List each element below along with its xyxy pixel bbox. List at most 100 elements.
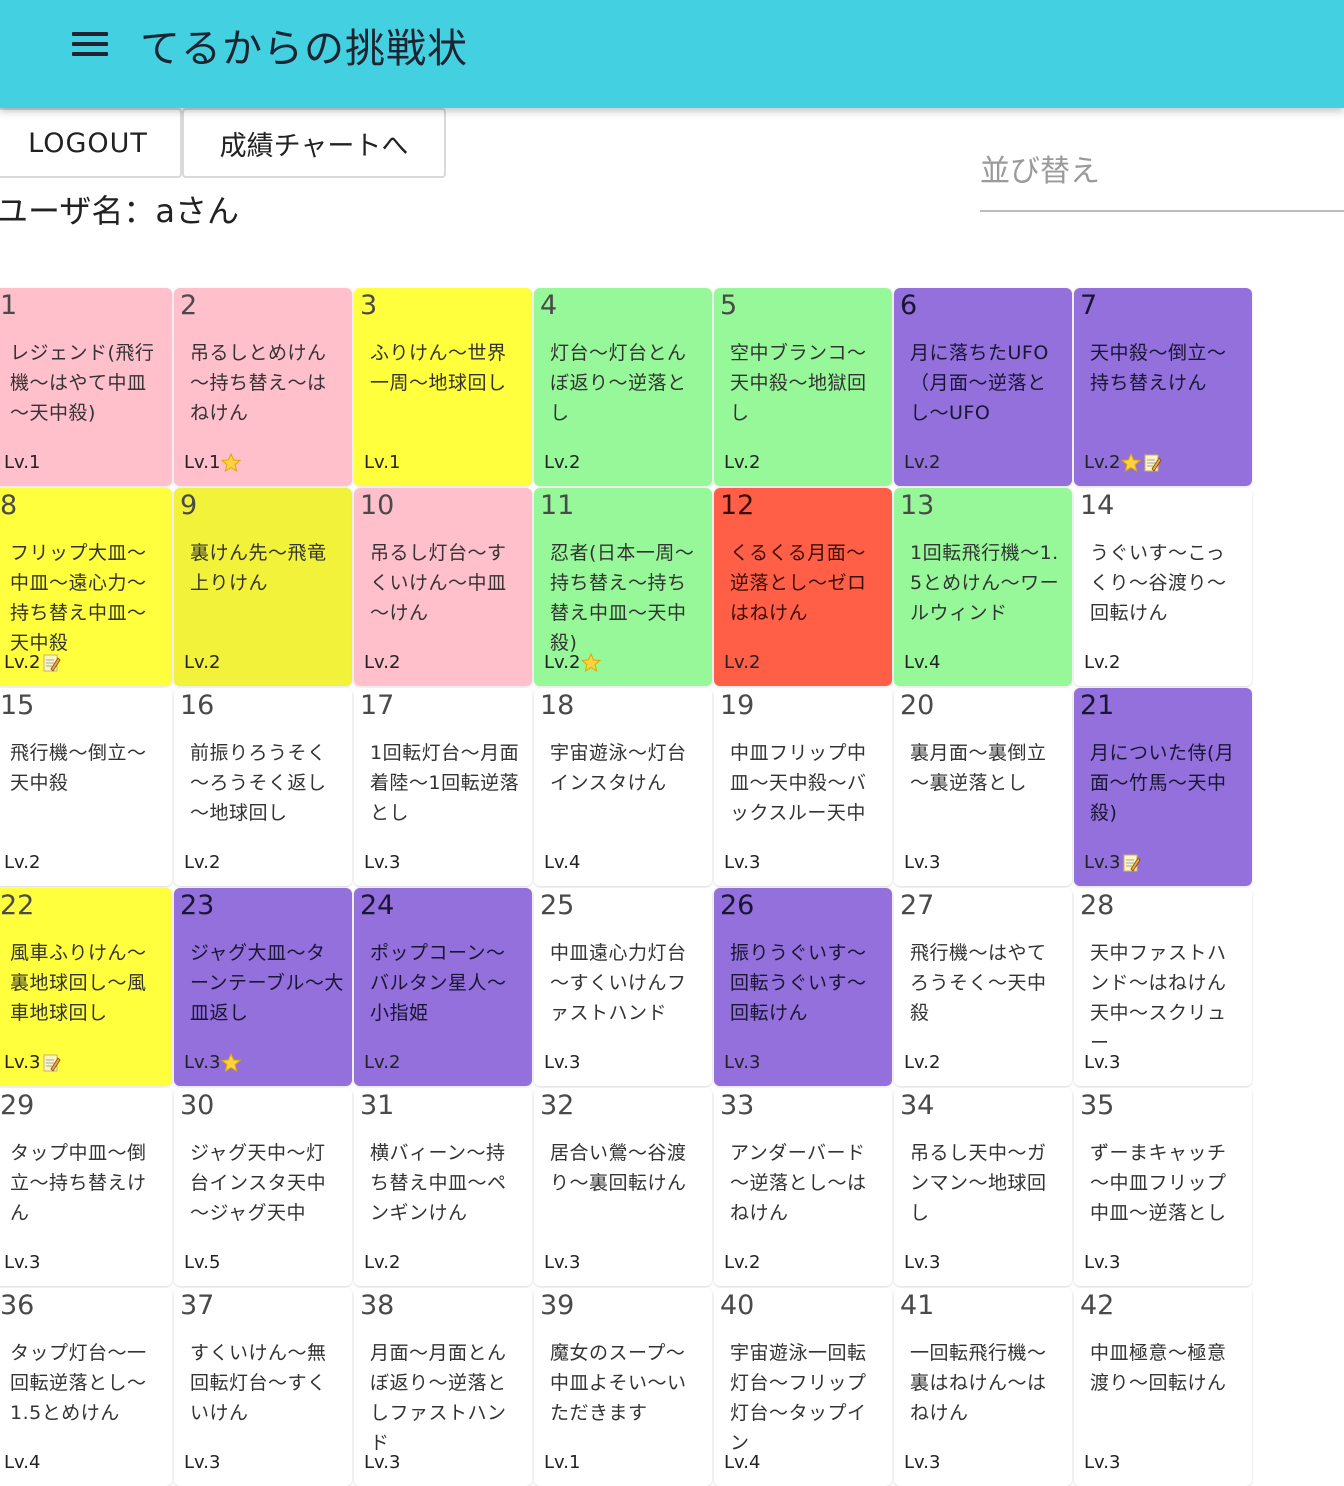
trick-card[interactable]: 3 ふりけん～世界一周～地球回し Lv.1 [354,288,532,486]
trick-level-row: Lv.1 [364,452,400,473]
trick-card[interactable]: 39 魔女のスープ～中皿よそい～いただきます Lv.1 [534,1288,712,1486]
trick-title: 魔女のスープ～中皿よそい～いただきます [550,1342,687,1424]
trick-card[interactable]: 28 天中ファストハンド～はねけん天中～スクリュー Lv.3 [1074,888,1252,1086]
trick-card[interactable]: 2 吊るしとめけん～持ち替え～はねけん Lv.1 [174,288,352,486]
trick-number: 39 [540,1290,575,1321]
trick-number: 14 [1080,490,1115,521]
trick-card[interactable]: 33 アンダーバード～逆落とし～はねけん Lv.2 [714,1088,892,1286]
trick-level-row: Lv.2 [1084,652,1120,673]
trick-title: 飛行機～はやてろうそく～天中殺 [910,942,1047,1024]
logout-button[interactable]: LOGOUT [0,108,182,178]
trick-card[interactable]: 25 中皿遠心力灯台～すくいけんファストハンド Lv.3 [534,888,712,1086]
sort-field[interactable] [980,150,1344,212]
app-bar: てるからの挑戦状 [0,0,1344,108]
trick-card[interactable]: 35 ずーまキャッチ～中皿フリップ中皿～逆落とし Lv.3 [1074,1088,1252,1286]
trick-level-row: Lv.3 [724,1052,760,1073]
trick-number: 33 [720,1090,755,1121]
trick-number: 9 [180,490,198,521]
trick-level: Lv.2 [544,652,581,673]
trick-card[interactable]: 5 空中ブランコ～天中殺～地獄回し Lv.2 [714,288,892,486]
trick-number: 17 [360,690,395,721]
trick-title: 飛行機～倒立～天中殺 [10,742,147,794]
trick-number: 28 [1080,890,1115,921]
trick-level-row: Lv.5 [184,1252,220,1273]
trick-card[interactable]: 40 宇宙遊泳一回転灯台～フリップ灯台～タップイン Lv.4 [714,1288,892,1486]
trick-card[interactable]: 1 レジェンド(飛行機～はやて中皿～天中殺) Lv.1 [0,288,172,486]
trick-number: 1 [0,290,18,321]
trick-level: Lv.4 [904,652,941,673]
trick-title: 吊るしとめけん～持ち替え～はねけん [190,342,327,424]
trick-card[interactable]: 12 くるくる月面～逆落とし～ゼロはねけん Lv.2 [714,488,892,686]
trick-card[interactable]: 20 裏月面～裏倒立～裏逆落とし Lv.3 [894,688,1072,886]
trick-number: 40 [720,1290,755,1321]
trick-level: Lv.2 [724,1252,761,1273]
trick-card[interactable]: 23 ジャグ大皿～ターンテーブル～大皿返し Lv.3 [174,888,352,1086]
trick-level-row: Lv.2 [364,1252,400,1273]
trick-card[interactable]: 31 横バィーン～持ち替え中皿～ペンギンけん Lv.2 [354,1088,532,1286]
trick-title: ジャグ大皿～ターンテーブル～大皿返し [190,942,344,1024]
trick-level-row: Lv.3 [544,1252,580,1273]
trick-number: 27 [900,890,935,921]
trick-level-row: Lv.3 [904,852,940,873]
trick-card[interactable]: 14 うぐいす～こっくり～谷渡り～回転けん Lv.2 [1074,488,1252,686]
trick-card[interactable]: 38 月面～月面とんぼ返り～逆落としファストハンド Lv.3 [354,1288,532,1486]
trick-title: 一回転飛行機～裏はねけん～はねけん [910,1342,1047,1424]
star-icon [221,452,242,473]
trick-title: 中皿極意～極意渡り～回転けん [1090,1342,1227,1394]
trick-card[interactable]: 36 タップ灯台～一回転逆落とし～1.5とめけん Lv.4 [0,1288,172,1486]
trick-card[interactable]: 41 一回転飛行機～裏はねけん～はねけん Lv.3 [894,1288,1072,1486]
trick-level: Lv.2 [724,452,761,473]
trick-card[interactable]: 8 フリップ大皿～中皿～遠心力～持ち替え中皿～天中殺 Lv.2 [0,488,172,686]
trick-level: Lv.2 [364,1252,401,1273]
trick-level-row: Lv.2 [544,452,580,473]
trick-card[interactable]: 42 中皿極意～極意渡り～回転けん Lv.3 [1074,1288,1252,1486]
trick-level: Lv.2 [4,852,41,873]
trick-level-row: Lv.2 [904,452,940,473]
trick-level: Lv.2 [184,652,221,673]
trick-number: 22 [0,890,35,921]
trick-level-row: Lv.3 [1084,852,1141,873]
trick-level: Lv.3 [544,1052,581,1073]
trick-level: Lv.2 [184,852,221,873]
trick-level-row: Lv.4 [904,652,940,673]
trick-level: Lv.2 [1084,452,1121,473]
trick-card[interactable]: 6 月に落ちたUFO（月面～逆落とし～UFO Lv.2 [894,288,1072,486]
trick-card[interactable]: 29 タップ中皿～倒立～持ち替えけん Lv.3 [0,1088,172,1286]
trick-card[interactable]: 18 宇宙遊泳～灯台インスタけん Lv.4 [534,688,712,886]
trick-card[interactable]: 32 居合い鶯～谷渡り～裏回転けん Lv.3 [534,1088,712,1286]
trick-card[interactable]: 27 飛行機～はやてろうそく～天中殺 Lv.2 [894,888,1072,1086]
trick-card[interactable]: 17 1回転灯台～月面着陸～1回転逆落とし Lv.3 [354,688,532,886]
trick-number: 23 [180,890,215,921]
trick-card[interactable]: 15 飛行機～倒立～天中殺 Lv.2 [0,688,172,886]
username-label: ユーザ名：aさん [0,192,239,230]
trick-number: 7 [1080,290,1098,321]
trick-level-row: Lv.1 [184,452,242,473]
trick-card[interactable]: 34 吊るし天中～ガンマン～地球回し Lv.3 [894,1088,1072,1286]
sort-input[interactable] [980,150,1340,189]
trick-number: 20 [900,690,935,721]
trick-title: 空中ブランコ～天中殺～地獄回し [730,342,867,424]
hamburger-menu-icon[interactable] [72,30,108,58]
trick-level-row: Lv.2 [364,1052,400,1073]
results-chart-button[interactable]: 成績チャートへ [182,108,446,178]
trick-card[interactable]: 19 中皿フリップ中皿～天中殺～バックスルー天中 Lv.3 [714,688,892,886]
trick-level-row: Lv.3 [1084,1052,1120,1073]
trick-card[interactable]: 30 ジャグ天中～灯台インスタ天中～ジャグ天中 Lv.5 [174,1088,352,1286]
trick-card[interactable]: 22 風車ふりけん～裏地球回し～風車地球回し Lv.3 [0,888,172,1086]
trick-card[interactable]: 10 吊るし灯台～すくいけん～中皿～けん Lv.2 [354,488,532,686]
trick-card[interactable]: 9 裏けん先～飛竜上りけん Lv.2 [174,488,352,686]
trick-card[interactable]: 16 前振りろうそく～ろうそく返し～地球回し Lv.2 [174,688,352,886]
trick-card[interactable]: 21 月についた侍(月面～竹馬～天中殺) Lv.3 [1074,688,1252,886]
trick-card[interactable]: 24 ポップコーン～バルタン星人～小指姫 Lv.2 [354,888,532,1086]
memo-icon [1121,853,1141,873]
trick-number: 29 [0,1090,35,1121]
trick-level: Lv.3 [4,1252,41,1273]
trick-card[interactable]: 26 振りうぐいす～回転うぐいす～回転けん Lv.3 [714,888,892,1086]
trick-card[interactable]: 13 1回転飛行機～1.5とめけん～ワールウィンド Lv.4 [894,488,1072,686]
trick-card[interactable]: 11 忍者(日本一周～持ち替え～持ち替え中皿～天中殺) Lv.2 [534,488,712,686]
trick-title: ジャグ天中～灯台インスタ天中～ジャグ天中 [190,1142,327,1224]
trick-level: Lv.3 [1084,852,1121,873]
trick-card[interactable]: 37 すくいけん～無回転灯台～すくいけん Lv.3 [174,1288,352,1486]
trick-card[interactable]: 4 灯台～灯台とんぼ返り～逆落とし Lv.2 [534,288,712,486]
trick-card[interactable]: 7 天中殺～倒立～持ち替えけん Lv.2 [1074,288,1252,486]
